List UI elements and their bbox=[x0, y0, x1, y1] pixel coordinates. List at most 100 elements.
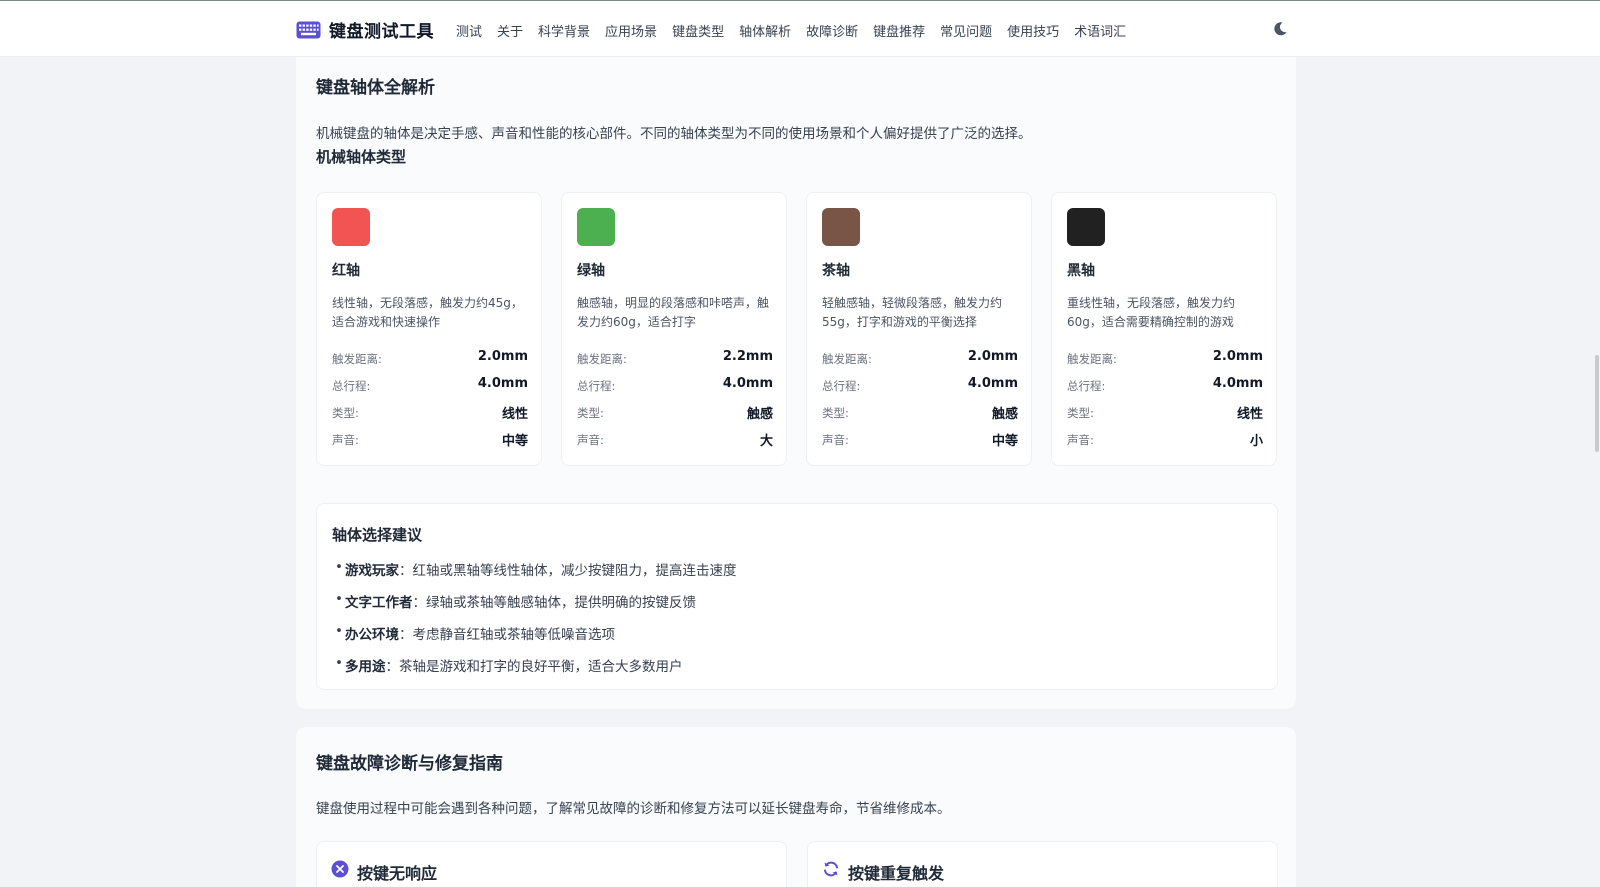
spec-value: 4.0mm bbox=[477, 376, 528, 391]
spec-label: 触发距离: bbox=[1067, 352, 1117, 366]
spec-travel: 总行程: 4.0mm bbox=[1067, 376, 1263, 396]
advice-item: 游戏玩家：红轴或黑轴等线性轴体，减少按键阻力，提高连击速度 bbox=[335, 559, 737, 579]
nav-item-switches[interactable]: 轴体解析 bbox=[739, 21, 791, 40]
advice-title: 轴体选择建议 bbox=[332, 526, 423, 544]
advice-term: 办公环境 bbox=[345, 627, 399, 643]
spec-value: 2.0mm bbox=[967, 349, 1018, 364]
spec-travel: 总行程: 4.0mm bbox=[332, 376, 528, 396]
switch-description: 轻触感轴，轻微段落感，触发力约55g，打字和游戏的平衡选择 bbox=[822, 296, 1003, 329]
nav-item-diagnosis[interactable]: 故障诊断 bbox=[806, 21, 858, 40]
moon-icon[interactable] bbox=[1272, 21, 1288, 37]
switch-description: 重线性轴，无段落感，触发力约60g，适合需要精确控制的游戏 bbox=[1067, 296, 1236, 329]
spec-value: 触感 bbox=[991, 407, 1018, 422]
spec-type: 类型: 触感 bbox=[577, 403, 773, 423]
spec-label: 声音: bbox=[332, 433, 359, 447]
switch-types-title: 机械轴体类型 bbox=[316, 148, 407, 166]
spec-label: 总行程: bbox=[1067, 379, 1106, 393]
nav-item-faq[interactable]: 常见问题 bbox=[940, 21, 992, 40]
spec-label: 触发距离: bbox=[577, 352, 627, 366]
spec-actuation: 触发距离: 2.2mm bbox=[577, 349, 773, 369]
section-title: 键盘故障诊断与修复指南 bbox=[316, 754, 503, 774]
nav-item-glossary[interactable]: 术语词汇 bbox=[1074, 21, 1126, 40]
spec-label: 触发距离: bbox=[822, 352, 872, 366]
top-navbar: 键盘测试工具 测试 关于 科学背景 应用场景 键盘类型 轴体解析 故障诊断 键盘… bbox=[0, 1, 1600, 57]
switch-color-swatch bbox=[1067, 208, 1105, 246]
section-intro: 机械键盘的轴体是决定手感、声音和性能的核心部件。不同的轴体类型为不同的使用场景和… bbox=[316, 126, 1032, 142]
advice-term: 游戏玩家 bbox=[345, 563, 399, 579]
nav-item-about[interactable]: 关于 bbox=[497, 21, 523, 40]
diagnosis-section: 键盘故障诊断与修复指南 键盘使用过程中可能会遇到各种问题，了解常见故障的诊断和修… bbox=[296, 727, 1296, 887]
refresh-icon bbox=[824, 861, 838, 877]
spec-travel: 总行程: 4.0mm bbox=[822, 376, 1018, 396]
spec-value: 线性 bbox=[501, 407, 528, 422]
switch-name: 红轴 bbox=[332, 263, 360, 279]
spec-label: 触发距离: bbox=[332, 352, 382, 366]
switch-card-brown: 茶轴 轻触感轴，轻微段落感，触发力约55g，打字和游戏的平衡选择 触发距离: 2.… bbox=[806, 192, 1032, 466]
spec-value: 小 bbox=[1249, 434, 1263, 449]
spec-type: 类型: 触感 bbox=[822, 403, 1018, 423]
spec-value: 2.0mm bbox=[1212, 349, 1263, 364]
page-scrollbar[interactable] bbox=[1595, 355, 1599, 452]
main-nav: 测试 关于 科学背景 应用场景 键盘类型 轴体解析 故障诊断 键盘推荐 常见问题… bbox=[456, 21, 1141, 40]
spec-actuation: 触发距离: 2.0mm bbox=[1067, 349, 1263, 369]
nav-item-keyboard-types[interactable]: 键盘类型 bbox=[672, 21, 724, 40]
nav-item-tips[interactable]: 使用技巧 bbox=[1007, 21, 1059, 40]
nav-item-science[interactable]: 科学背景 bbox=[538, 21, 590, 40]
switch-card-blue: 绿轴 触感轴，明显的段落感和咔嗒声，触发力约60g，适合打字 触发距离: 2.2m… bbox=[561, 192, 787, 466]
nav-item-test[interactable]: 测试 bbox=[456, 21, 482, 40]
section-title: 键盘轴体全解析 bbox=[316, 78, 435, 98]
spec-travel: 总行程: 4.0mm bbox=[577, 376, 773, 396]
brand-title: 键盘测试工具 bbox=[329, 22, 434, 42]
advice-item: 文字工作者：绿轴或茶轴等触感轴体，提供明确的按键反馈 bbox=[335, 591, 697, 611]
spec-value: 中等 bbox=[501, 434, 528, 449]
spec-value: 2.2mm bbox=[722, 349, 773, 364]
spec-sound: 声音: 小 bbox=[1067, 430, 1263, 450]
switches-section: 键盘轴体全解析 机械键盘的轴体是决定手感、声音和性能的核心部件。不同的轴体类型为… bbox=[296, 57, 1296, 709]
advice-text: ：考虑静音红轴或茶轴等低噪音选项 bbox=[399, 627, 615, 643]
advice-term: 文字工作者 bbox=[345, 595, 413, 611]
switch-name: 绿轴 bbox=[577, 263, 605, 279]
switch-description: 触感轴，明显的段落感和咔嗒声，触发力约60g，适合打字 bbox=[577, 296, 770, 329]
spec-label: 声音: bbox=[577, 433, 604, 447]
spec-value: 4.0mm bbox=[1212, 376, 1263, 391]
advice-item: 多用途：茶轴是游戏和打字的良好平衡，适合大多数用户 bbox=[335, 655, 682, 675]
switch-color-swatch bbox=[332, 208, 370, 246]
switch-color-swatch bbox=[822, 208, 860, 246]
spec-sound: 声音: 中等 bbox=[822, 430, 1018, 450]
spec-label: 声音: bbox=[1067, 433, 1094, 447]
spec-actuation: 触发距离: 2.0mm bbox=[332, 349, 528, 369]
section-intro: 键盘使用过程中可能会遇到各种问题，了解常见故障的诊断和修复方法可以延长键盘寿命，… bbox=[316, 801, 951, 817]
switch-color-swatch bbox=[577, 208, 615, 246]
spec-value: 大 bbox=[759, 434, 773, 449]
brand[interactable]: 键盘测试工具 bbox=[296, 17, 434, 42]
nav-item-recommendations[interactable]: 键盘推荐 bbox=[873, 21, 925, 40]
spec-value: 4.0mm bbox=[722, 376, 773, 391]
spec-label: 总行程: bbox=[577, 379, 616, 393]
issue-title: 按键重复触发 bbox=[848, 864, 945, 883]
issue-card-no-response[interactable]: 按键无响应 bbox=[316, 841, 787, 887]
switch-description: 线性轴，无段落感，触发力约45g，适合游戏和快速操作 bbox=[332, 296, 523, 329]
spec-value: 触感 bbox=[746, 407, 773, 422]
advice-text: ：红轴或黑轴等线性轴体，减少按键阻力，提高连击速度 bbox=[399, 563, 737, 579]
spec-label: 类型: bbox=[822, 406, 849, 420]
switch-card-black: 黑轴 重线性轴，无段落感，触发力约60g，适合需要精确控制的游戏 触发距离: 2.… bbox=[1051, 192, 1277, 466]
spec-label: 类型: bbox=[577, 406, 604, 420]
spec-label: 类型: bbox=[1067, 406, 1094, 420]
spec-type: 类型: 线性 bbox=[332, 403, 528, 423]
advice-term: 多用途 bbox=[345, 659, 386, 675]
spec-value: 中等 bbox=[991, 434, 1018, 449]
issue-card-repeat-trigger[interactable]: 按键重复触发 bbox=[807, 841, 1278, 887]
spec-label: 类型: bbox=[332, 406, 359, 420]
nav-item-scenarios[interactable]: 应用场景 bbox=[605, 21, 657, 40]
switch-advice-box: 轴体选择建议 游戏玩家：红轴或黑轴等线性轴体，减少按键阻力，提高连击速度 文字工… bbox=[316, 503, 1278, 690]
spec-value: 线性 bbox=[1236, 407, 1263, 422]
spec-label: 总行程: bbox=[822, 379, 861, 393]
advice-item: 办公环境：考虑静音红轴或茶轴等低噪音选项 bbox=[335, 623, 615, 643]
spec-value: 4.0mm bbox=[967, 376, 1018, 391]
spec-label: 声音: bbox=[822, 433, 849, 447]
advice-text: ：绿轴或茶轴等触感轴体，提供明确的按键反馈 bbox=[412, 595, 697, 611]
spec-sound: 声音: 大 bbox=[577, 430, 773, 450]
x-circle-icon bbox=[331, 860, 349, 878]
spec-sound: 声音: 中等 bbox=[332, 430, 528, 450]
spec-actuation: 触发距离: 2.0mm bbox=[822, 349, 1018, 369]
